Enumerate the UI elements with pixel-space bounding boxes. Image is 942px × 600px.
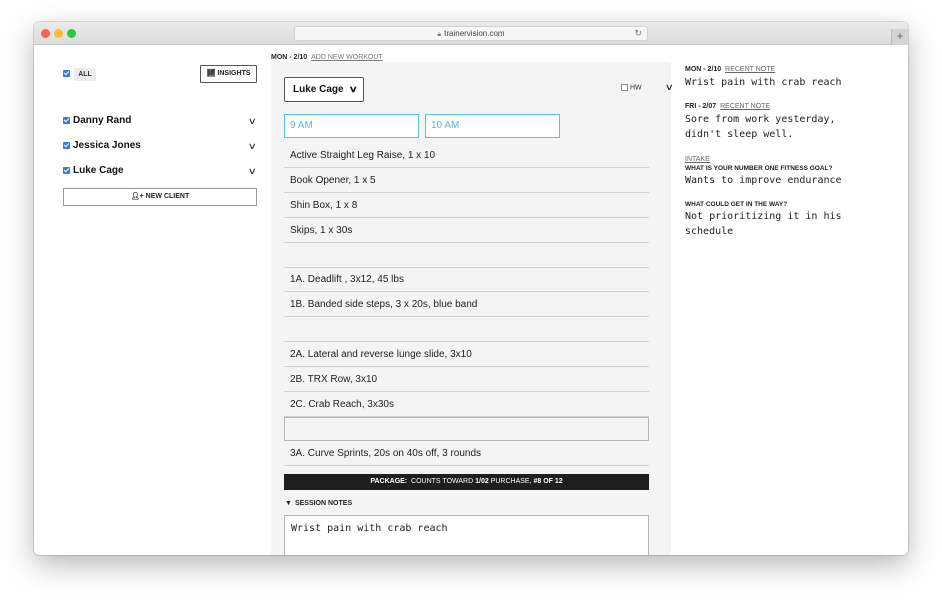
workout-date: MON - 2/10 [271,54,308,61]
close-window-icon[interactable] [41,29,50,38]
client-select-value: Luke Cage [293,84,344,95]
session-notes-toggle[interactable]: ▼ SESSION NOTES [285,500,352,507]
note-date: MON - 2/10 [685,66,722,73]
browser-window: 🔒︎ trainervision.com ↻ + ALL 📈︎ INSIGHTS D… [34,22,908,555]
client-select[interactable]: Luke Cage ∨ [284,77,364,102]
chevron-down-icon[interactable]: ∨ [248,139,257,153]
browser-titlebar: 🔒︎ trainervision.com ↻ + [34,22,908,45]
chart-icon: 📈︎ [206,70,216,77]
minimize-window-icon[interactable] [54,29,63,38]
hw-label: HW [630,84,642,92]
chevron-down-icon[interactable]: ∨ [248,164,257,178]
url-text: trainervision.com [444,29,505,38]
new-client-button[interactable]: 👤︎+ NEW CLIENT [63,188,257,206]
intake-question: WHAT IS YOUR NUMBER ONE FITNESS GOAL? [685,165,833,172]
recent-note-header: FRI - 2/07 RECENT NOTE [685,103,770,110]
intake-answer: Not prioritizing it in his schedule [685,211,842,237]
end-time-input[interactable]: 10 AM [425,114,560,138]
session-notes-label: SESSION NOTES [294,500,353,507]
client-name: Luke Cage [73,165,124,176]
recent-note-header: MON - 2/10 RECENT NOTE [685,66,775,73]
add-new-workout-link[interactable]: ADD NEW WORKOUT [311,54,383,61]
collapse-panel-chevron-icon[interactable]: ∨ [665,82,674,93]
hw-checkbox[interactable] [621,84,628,91]
exercise-row-active[interactable] [284,417,649,441]
all-checkbox[interactable] [63,70,70,77]
exercise-row[interactable]: 2A. Lateral and reverse lunge slide, 3x1… [284,343,649,367]
intake-answer: Wants to improve endurance [685,175,842,186]
package-purchase-date: 1/02 [475,478,489,485]
address-bar[interactable]: 🔒︎ trainervision.com ↻ [294,26,648,41]
exercise-row[interactable]: Active Straight Leg Raise, 1 x 10 [284,144,649,168]
client-item-danny-rand[interactable]: Danny Rand ∨ [63,114,257,128]
insights-button[interactable]: 📈︎ INSIGHTS [200,65,257,83]
exercise-row[interactable]: Shin Box, 1 x 8 [284,194,649,218]
package-counts-text: COUNTS TOWARD [411,478,474,485]
new-tab-button[interactable]: + [891,29,908,45]
workout-date-header: MON - 2/10 ADD NEW WORKOUT [271,54,383,61]
package-purchase-text: PURCHASE, [490,478,532,485]
client-checkbox[interactable] [63,167,70,174]
exercise-row[interactable] [284,318,649,342]
exercise-row[interactable]: 1B. Banded side steps, 3 x 20s, blue ban… [284,293,649,317]
insights-label: INSIGHTS [217,70,251,77]
client-checkbox[interactable] [63,117,70,124]
recent-note-text: Sore from work yesterday, didn't sleep w… [685,114,836,140]
exercise-row[interactable] [284,244,649,268]
recent-note-text: Wrist pain with crab reach [685,77,842,88]
lock-icon: 🔒︎ [437,31,442,38]
exercise-row[interactable]: 3A. Curve Sprints, 20s on 40s off, 3 rou… [284,442,649,466]
intake-link[interactable]: INTAKE [685,156,710,163]
new-client-label: NEW CLIENT [145,193,190,200]
client-name: Danny Rand [73,115,132,126]
package-label: PACKAGE: [370,478,408,485]
exercise-row[interactable]: 2B. TRX Row, 3x10 [284,368,649,392]
client-item-luke-cage[interactable]: Luke Cage ∨ [63,164,257,178]
start-time-input[interactable]: 9 AM [284,114,419,138]
exercise-row[interactable]: Book Opener, 1 x 5 [284,169,649,193]
triangle-down-icon: ▼ [285,500,292,507]
exercise-row[interactable]: Skips, 1 x 30s [284,219,649,243]
recent-note-link[interactable]: RECENT NOTE [720,103,770,110]
reload-icon[interactable]: ↻ [634,27,642,40]
client-name: Jessica Jones [73,140,141,151]
add-user-icon: 👤︎+ [130,193,146,200]
hw-toggle[interactable]: HW [621,84,642,91]
client-checkbox[interactable] [63,142,70,149]
intake-question: WHAT COULD GET IN THE WAY? [685,201,788,208]
session-notes-textarea[interactable]: Wrist pain with crab reach [284,515,649,555]
client-item-jessica-jones[interactable]: Jessica Jones ∨ [63,139,257,153]
maximize-window-icon[interactable] [67,29,76,38]
recent-note-link[interactable]: RECENT NOTE [725,66,775,73]
chevron-down-icon[interactable]: ∨ [248,114,257,128]
package-status-bar: PACKAGE: COUNTS TOWARD 1/02 PURCHASE, #8… [284,474,649,490]
exercise-row[interactable]: 2C. Crab Reach, 3x30s [284,393,649,417]
all-filter-chip[interactable]: ALL [74,68,96,81]
chevron-down-icon: ∨ [349,84,359,94]
note-date: FRI - 2/07 [685,103,717,110]
exercise-row[interactable]: 1A. Deadlift , 3x12, 45 lbs [284,268,649,292]
package-session-count: #8 OF 12 [533,478,563,485]
